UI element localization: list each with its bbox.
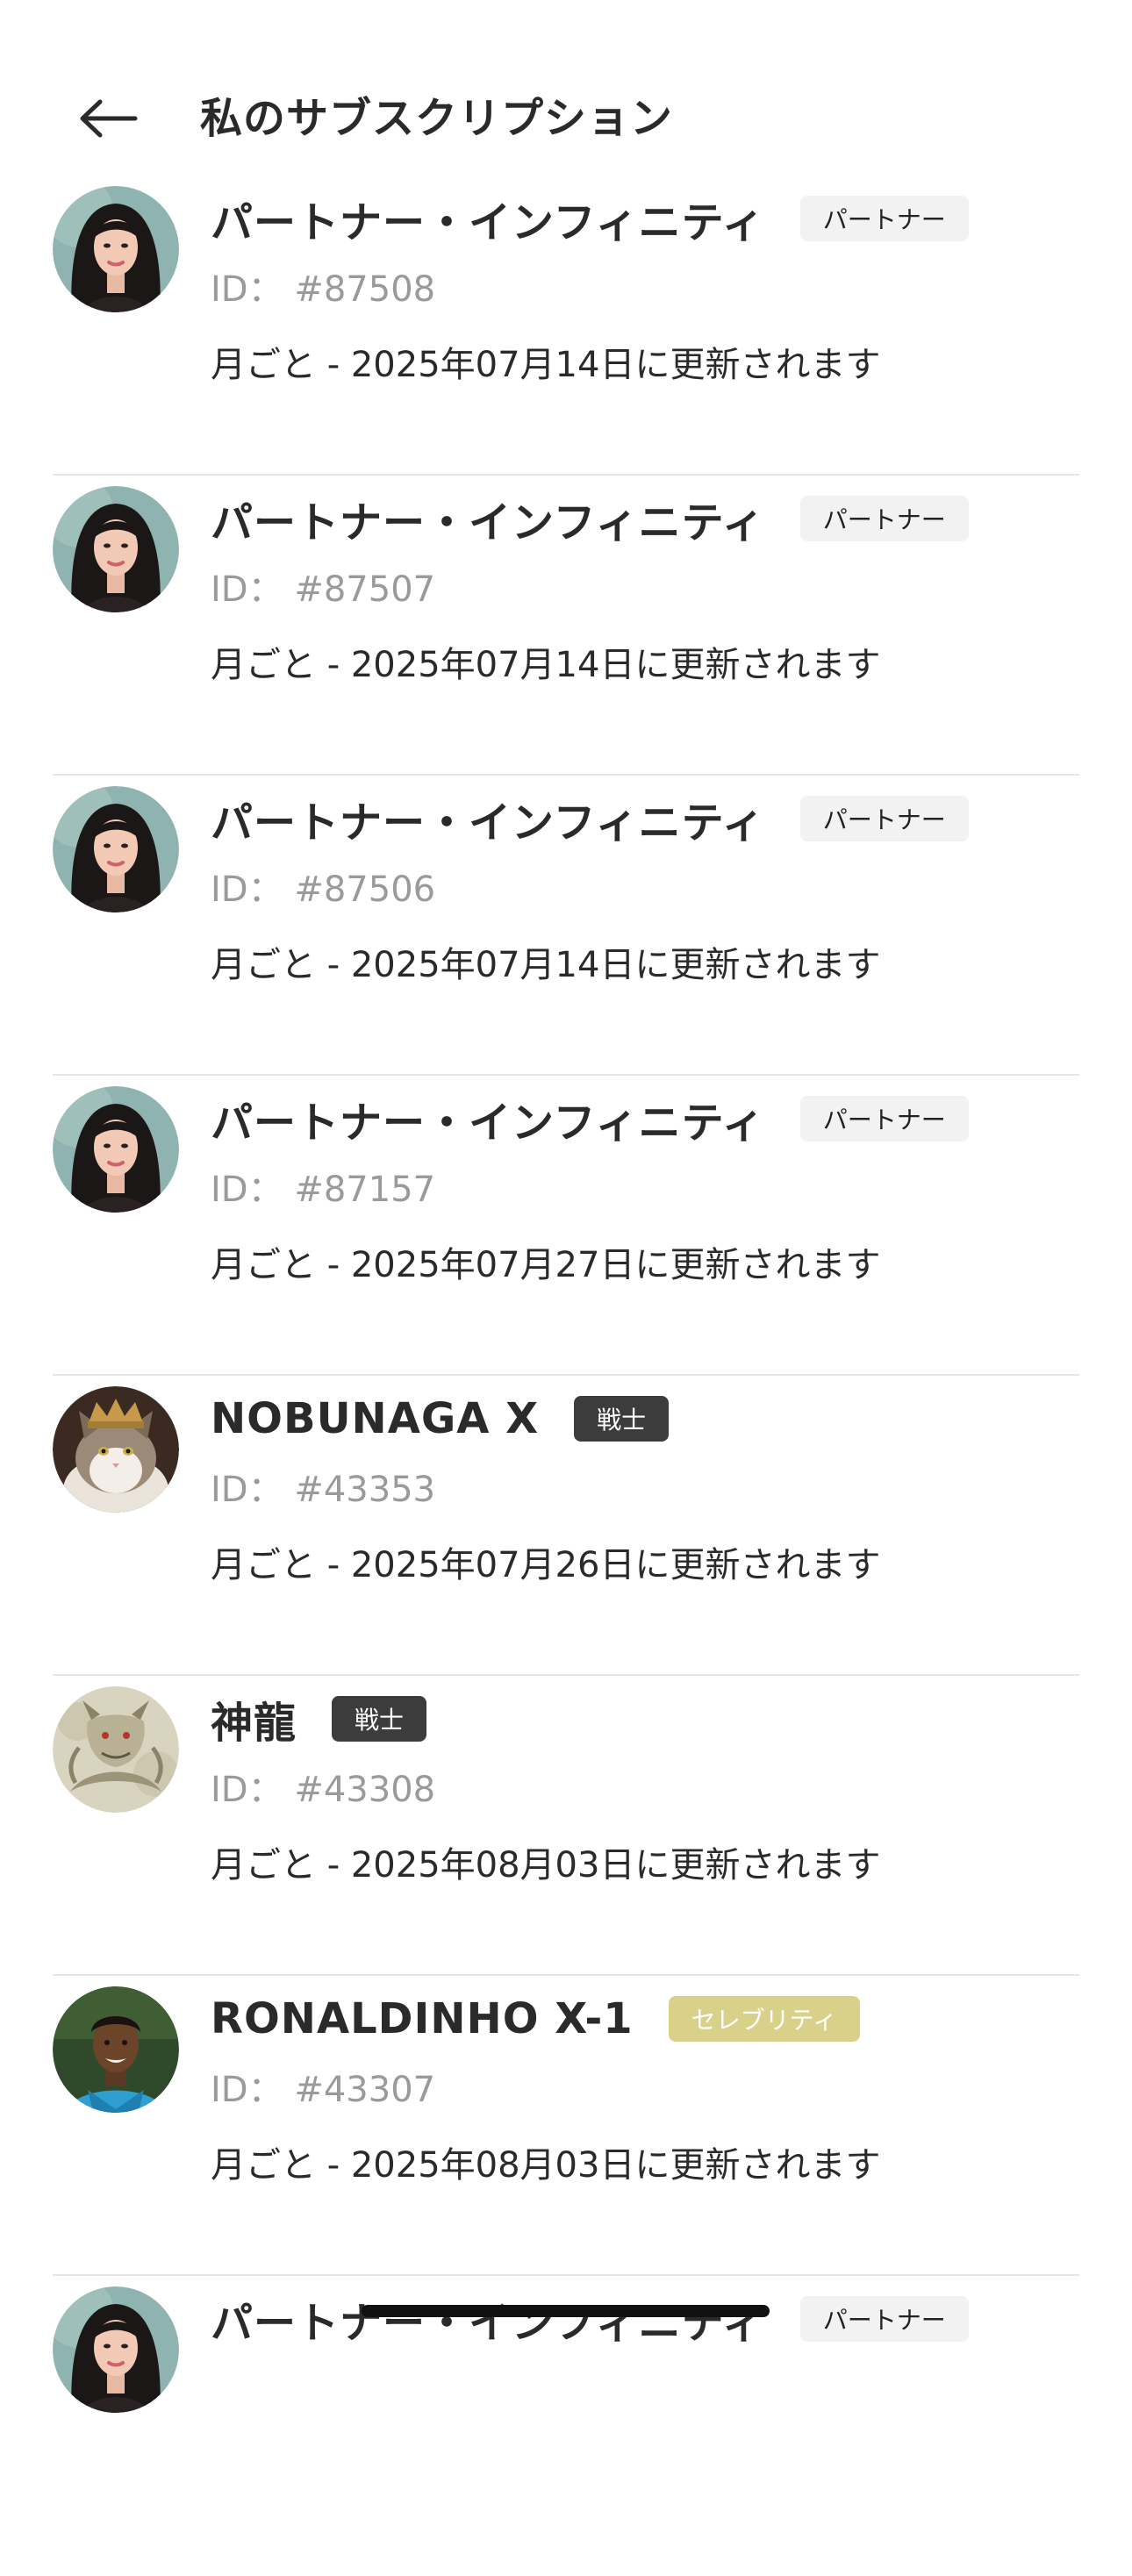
- renewal-text: 月ごと - 2025年08月03日に更新されます: [211, 2145, 881, 2186]
- id-label: ID：: [211, 2070, 283, 2110]
- subscription-id: ID： #87157: [211, 1163, 435, 1216]
- avatar: [53, 1986, 179, 2113]
- app-header: 私のサブスクリプション: [0, 0, 1132, 175]
- avatar: [53, 1686, 179, 1813]
- subscription-row[interactable]: 神龍 戦士 ID： #43308 月ごと - 2025年08月03日に更新されま…: [53, 1676, 1079, 1976]
- subscription-row[interactable]: パートナー・インフィニティ パートナー ID： #87506 月ごと - 202…: [53, 776, 1079, 1076]
- subscription-name: パートナー・インフィニティ: [211, 498, 765, 547]
- woman-portrait-image: [53, 786, 179, 912]
- id-value: #87508: [294, 269, 436, 310]
- avatar: [53, 1086, 179, 1213]
- subscription-name: RONALDINHO X-1: [211, 1994, 634, 2043]
- plan-badge: 戦士: [332, 1696, 427, 1742]
- renewal-text: 月ごと - 2025年07月27日に更新されます: [211, 1245, 881, 1285]
- id-label: ID：: [211, 1470, 283, 1510]
- plan-badge: パートナー: [799, 496, 969, 541]
- id-value: #43308: [294, 1770, 436, 1810]
- name-line: パートナー・インフィニティ パートナー: [211, 788, 969, 849]
- woman-portrait-image: [53, 486, 179, 612]
- subscription-row[interactable]: パートナー・インフィニティ パートナー ID： #87157 月ごと - 202…: [53, 1076, 1079, 1376]
- name-line: パートナー・インフィニティ パートナー: [211, 1088, 969, 1149]
- id-value: #43307: [294, 2070, 436, 2110]
- plan-badge: パートナー: [799, 796, 969, 841]
- name-line: NOBUNAGA X 戦士: [211, 1388, 670, 1449]
- subscription-id: ID： #87507: [211, 563, 435, 616]
- id-label: ID：: [211, 1170, 283, 1210]
- subscription-name: NOBUNAGA X: [211, 1394, 540, 1443]
- subscription-id: ID： #43307: [211, 2064, 435, 2116]
- subscription-id: ID： #87506: [211, 863, 435, 916]
- name-line: 神龍 戦士: [211, 1688, 427, 1750]
- back-button[interactable]: [77, 83, 156, 154]
- id-value: #87507: [294, 569, 436, 610]
- name-line: RONALDINHO X-1 セレブリティ: [211, 1988, 860, 2050]
- woman-portrait-image: [53, 186, 179, 312]
- subscription-name: パートナー・インフィニティ: [211, 2299, 765, 2348]
- home-indicator[interactable]: [362, 2305, 770, 2317]
- subscription-row[interactable]: パートナー・インフィニティ パートナー ID： #87507 月ごと - 202…: [53, 476, 1079, 776]
- avatar: [53, 1386, 179, 1513]
- subscription-name: パートナー・インフィニティ: [211, 198, 765, 247]
- name-line: パートナー・インフィニティ パートナー: [211, 188, 969, 249]
- id-label: ID：: [211, 569, 283, 610]
- subscription-id: ID： #87508: [211, 263, 435, 316]
- id-value: #43353: [294, 1470, 436, 1510]
- avatar: [53, 786, 179, 912]
- plan-badge: 戦士: [574, 1396, 670, 1442]
- id-label: ID：: [211, 869, 283, 910]
- avatar: [53, 2286, 179, 2413]
- subscription-name: パートナー・インフィニティ: [211, 1098, 765, 1148]
- avatar: [53, 186, 179, 312]
- subscription-row[interactable]: NOBUNAGA X 戦士 ID： #43353 月ごと - 2025年07月2…: [53, 1376, 1079, 1676]
- subscription-row[interactable]: RONALDINHO X-1 セレブリティ ID： #43307 月ごと - 2…: [53, 1976, 1079, 2276]
- renewal-text: 月ごと - 2025年07月14日に更新されます: [211, 645, 881, 685]
- plan-badge: パートナー: [799, 196, 969, 241]
- name-line: パートナー・インフィニティ パートナー: [211, 488, 969, 549]
- renewal-text: 月ごと - 2025年07月14日に更新されます: [211, 345, 881, 385]
- page-title: 私のサブスクリプション: [200, 94, 674, 143]
- id-value: #87506: [294, 869, 436, 910]
- subscription-name: パートナー・インフィニティ: [211, 798, 765, 848]
- subscription-name: 神龍: [211, 1699, 297, 1748]
- arrow-left-icon: [80, 99, 138, 138]
- plan-badge: パートナー: [799, 1096, 969, 1141]
- woman-portrait-image: [53, 2286, 179, 2413]
- id-value: #87157: [294, 1170, 436, 1210]
- subscription-id: ID： #43353: [211, 1463, 435, 1516]
- renewal-text: 月ごと - 2025年08月03日に更新されます: [211, 1845, 881, 1885]
- crowned-cat-image: [53, 1386, 179, 1513]
- renewal-text: 月ごと - 2025年07月26日に更新されます: [211, 1545, 881, 1585]
- id-label: ID：: [211, 1770, 283, 1810]
- plan-badge: パートナー: [799, 2296, 969, 2342]
- renewal-text: 月ごと - 2025年07月14日に更新されます: [211, 945, 881, 985]
- man-portrait-image: [53, 1986, 179, 2113]
- id-label: ID：: [211, 269, 283, 310]
- woman-portrait-image: [53, 1086, 179, 1213]
- name-line: パートナー・インフィニティ パートナー: [211, 2288, 969, 2350]
- avatar: [53, 486, 179, 612]
- subscription-row[interactable]: パートナー・インフィニティ パートナー ID： #87508 月ごと - 202…: [53, 175, 1079, 476]
- subscription-id: ID： #43308: [211, 1764, 435, 1816]
- subscription-row[interactable]: パートナー・インフィニティ パートナー: [53, 2276, 1079, 2576]
- dragon-image: [53, 1686, 179, 1813]
- plan-badge: セレブリティ: [668, 1996, 860, 2042]
